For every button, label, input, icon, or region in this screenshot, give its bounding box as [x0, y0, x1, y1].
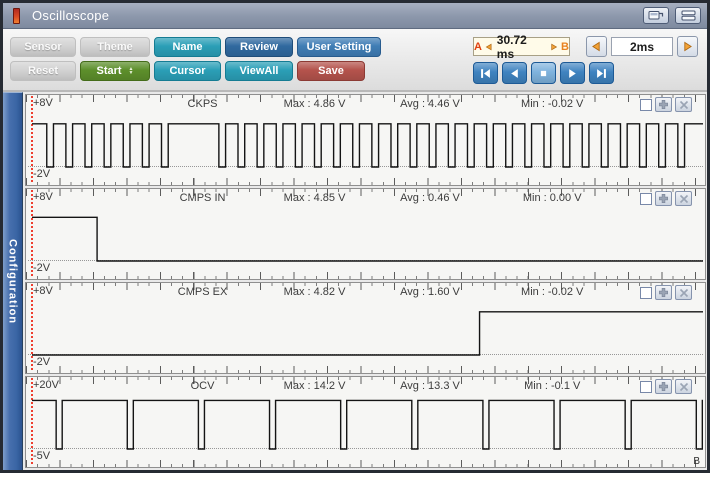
channel-select-checkbox[interactable] — [640, 192, 652, 205]
expand-channel-button[interactable] — [655, 379, 672, 394]
cursor-a-left-arrow-icon[interactable] — [485, 43, 492, 51]
channel-ocv: +20V -5V OCV Max : 14.2 V Avg : 13.3 V M… — [25, 376, 706, 468]
channel-name: CMPS EX — [177, 286, 228, 298]
theme-button[interactable]: Theme — [80, 37, 150, 57]
channel-stack: +8V -2V CKPS Max : 4.86 V Avg : 4.46 V M… — [23, 92, 707, 470]
stat-avg: Avg : 0.46 V — [400, 192, 460, 204]
range-bottom-label: -2V — [33, 168, 51, 180]
plus-icon — [659, 194, 668, 203]
range-top-label: +8V — [33, 285, 53, 297]
first-frame-button[interactable] — [473, 62, 498, 84]
spinner-icon: ▲ ▼ — [128, 66, 134, 76]
step-back-button[interactable] — [502, 62, 527, 84]
titlebar: Oscilloscope — [3, 3, 707, 29]
stat-avg: Avg : 1.60 V — [400, 286, 460, 298]
channel-ckps: +8V -2V CKPS Max : 4.86 V Avg : 4.46 V M… — [25, 94, 706, 186]
stat-avg: Avg : 4.46 V — [400, 98, 460, 110]
stop-button[interactable] — [531, 62, 556, 84]
name-button[interactable]: Name — [154, 37, 221, 57]
play-button[interactable] — [560, 62, 585, 84]
user-setting-button[interactable]: User Setting — [297, 37, 381, 57]
timebase-increase-button[interactable] — [677, 36, 698, 57]
expand-channel-button[interactable] — [655, 285, 672, 300]
plus-icon — [659, 382, 668, 391]
range-top-label: +8V — [33, 191, 53, 203]
app-icon — [13, 7, 20, 24]
range-bottom-label: -2V — [33, 356, 51, 368]
channel-select-checkbox[interactable] — [640, 380, 652, 393]
oscilloscope-window: Oscilloscope Sensor Theme Name Review Us… — [0, 0, 710, 473]
expand-channel-button[interactable] — [655, 191, 672, 206]
channel-name: CMPS IN — [179, 192, 226, 204]
ab-range-box: A 30.72 ms B — [473, 33, 570, 61]
channel-cmps-in: +8V -2V CMPS IN Max : 4.85 V Avg : 0.46 … — [25, 188, 706, 280]
close-icon — [679, 288, 688, 297]
viewall-button[interactable]: ViewAll — [225, 61, 293, 81]
timebase-decrease-button[interactable] — [586, 36, 607, 57]
close-channel-button[interactable] — [675, 97, 692, 112]
b-cursor-marker: B — [693, 456, 700, 467]
last-frame-button[interactable] — [589, 62, 614, 84]
channel-name: CKPS — [187, 98, 218, 110]
close-icon — [679, 194, 688, 203]
step-back-icon — [511, 68, 518, 78]
right-arrow-icon — [684, 41, 692, 52]
playback-controls — [473, 62, 698, 84]
range-top-label: +8V — [33, 97, 53, 109]
waveform-cmps-in — [32, 189, 703, 279]
review-button[interactable]: Review — [225, 37, 293, 57]
ab-range-value: 30.72 ms — [496, 32, 527, 61]
configuration-tab[interactable]: Configuration — [3, 92, 23, 470]
waveform-ocv — [32, 377, 703, 467]
window-icon[interactable] — [643, 7, 669, 24]
start-button[interactable]: Start ▲ ▼ — [80, 61, 150, 81]
stat-min: Min : -0.02 V — [521, 98, 584, 110]
channel-select-checkbox[interactable] — [640, 286, 652, 299]
range-bottom-label: -2V — [33, 262, 51, 274]
stop-icon — [540, 70, 547, 76]
configuration-tab-label: Configuration — [6, 238, 19, 325]
toolbar: Sensor Theme Name Review User Setting Re… — [3, 29, 707, 92]
stat-max: Max : 4.85 V — [283, 192, 346, 204]
stat-max: Max : 4.82 V — [283, 286, 346, 298]
channel-cmps-ex: +8V -2V CMPS EX Max : 4.82 V Avg : 1.60 … — [25, 282, 706, 374]
channel-select-checkbox[interactable] — [640, 98, 652, 111]
stat-min: Min : -0.1 V — [524, 380, 581, 392]
stat-min: Min : 0.00 V — [522, 192, 582, 204]
cursor-button[interactable]: Cursor — [154, 61, 221, 81]
play-icon — [569, 68, 576, 78]
save-button[interactable]: Save — [297, 61, 365, 81]
reset-button[interactable]: Reset — [10, 61, 76, 81]
close-channel-button[interactable] — [675, 191, 692, 206]
plus-icon — [659, 288, 668, 297]
window-title: Oscilloscope — [32, 8, 110, 23]
left-arrow-icon — [592, 41, 600, 52]
close-icon — [679, 382, 688, 391]
channel-name: OCV — [190, 380, 215, 392]
stat-min: Min : -0.02 V — [521, 286, 584, 298]
cursor-a-label: A — [474, 40, 482, 53]
cursor-b-label: B — [561, 40, 569, 53]
range-top-label: +20V — [33, 379, 59, 391]
time-controls: A 30.72 ms B 2ms — [473, 33, 698, 84]
close-channel-button[interactable] — [675, 379, 692, 394]
sensor-button[interactable]: Sensor — [10, 37, 76, 57]
range-bottom-label: -5V — [33, 450, 51, 462]
waveform-cmps-ex — [32, 283, 703, 373]
waveform-ckps — [32, 95, 703, 185]
cursor-b-right-arrow-icon[interactable] — [551, 43, 558, 51]
close-channel-button[interactable] — [675, 285, 692, 300]
start-button-label: Start — [96, 65, 122, 77]
plus-icon — [659, 100, 668, 109]
menu-icon[interactable] — [675, 7, 701, 24]
timebase-value[interactable]: 2ms — [611, 37, 673, 56]
stat-max: Max : 4.86 V — [283, 98, 346, 110]
last-frame-icon — [597, 68, 606, 78]
stat-max: Max : 14.2 V — [283, 380, 346, 392]
stat-avg: Avg : 13.3 V — [400, 380, 460, 392]
close-icon — [679, 100, 688, 109]
first-frame-icon — [481, 68, 490, 78]
expand-channel-button[interactable] — [655, 97, 672, 112]
